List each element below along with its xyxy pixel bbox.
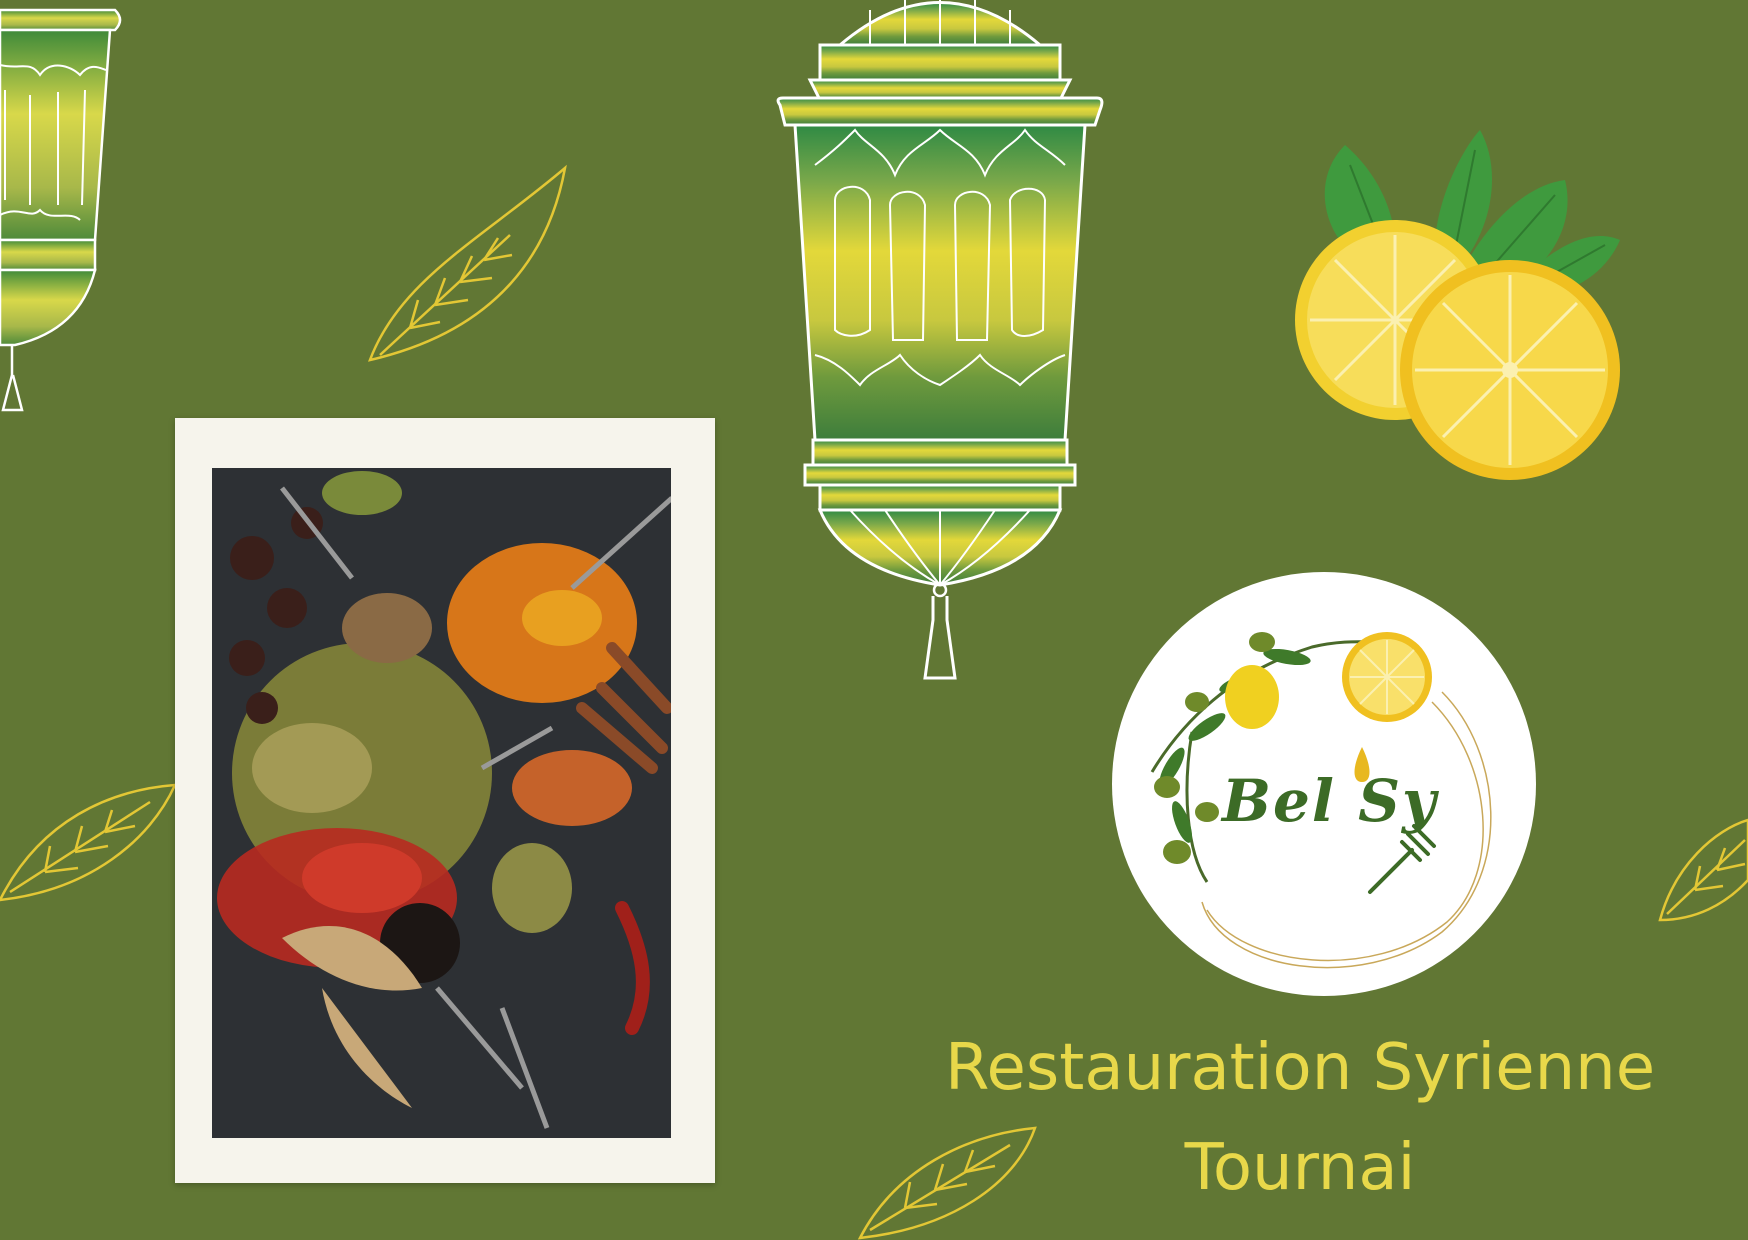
lantern-icon [776,0,1104,680]
leaf-outline-icon [0,783,178,902]
bel-sy-logo: Bel Sy [1112,572,1536,996]
tagline-line-2: Tournai [1184,1131,1416,1205]
spices-photo-card [175,418,715,1183]
tagline: Restauration Syrienne Tournai [880,1018,1720,1218]
tagline-line-1: Restauration Syrienne [944,1031,1656,1105]
leaf-outline-icon [368,164,567,362]
leaf-outline-icon [1658,818,1748,922]
spices-photo [212,468,671,1138]
lemon-mint-icon [1295,130,1620,480]
logo-text: Bel Sy [1222,767,1438,835]
lantern-icon [0,8,122,412]
